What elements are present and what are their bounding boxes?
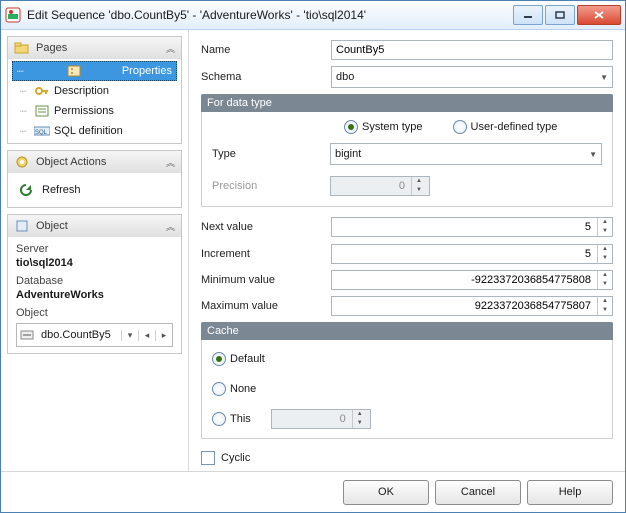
properties-icon — [66, 64, 82, 78]
schema-select[interactable]: dbo▼ — [331, 66, 613, 88]
increment-label: Increment — [201, 248, 331, 260]
next-value-label: Next value — [201, 221, 331, 233]
close-button[interactable] — [577, 5, 621, 25]
ok-button[interactable]: OK — [343, 480, 429, 505]
gear-icon — [14, 154, 30, 170]
titlebar: Edit Sequence 'dbo.CountBy5' - 'Adventur… — [1, 1, 625, 30]
user-type-radio[interactable]: User-defined type — [453, 120, 558, 134]
folder-icon — [14, 40, 30, 56]
precision-stepper: ▲▼ — [330, 176, 430, 196]
sequence-icon — [17, 329, 37, 341]
cancel-button[interactable]: Cancel — [435, 480, 521, 505]
dialog-footer: OK Cancel Help — [1, 471, 625, 512]
object-panel: Object ︽ Server tio\sql2014 Database Adv… — [7, 214, 182, 354]
cache-none-radio[interactable]: None — [212, 382, 256, 396]
refresh-icon — [18, 182, 34, 198]
chevron-down-icon: ▼ — [589, 150, 597, 159]
page-sql-definition[interactable]: ┈ SQL SQL definition — [12, 121, 177, 141]
datatype-header: For data type — [201, 94, 613, 112]
page-description[interactable]: ┈ Description — [12, 81, 177, 101]
cache-default-radio[interactable]: Default — [212, 352, 265, 366]
object-label: Object — [16, 307, 173, 319]
window-title: Edit Sequence 'dbo.CountBy5' - 'Adventur… — [27, 8, 513, 22]
database-value: AdventureWorks — [16, 289, 173, 301]
cyclic-checkbox[interactable]: Cyclic — [201, 452, 250, 464]
page-properties[interactable]: ┈ Properties — [12, 61, 177, 81]
object-actions-header[interactable]: Object Actions ︽ — [8, 151, 181, 173]
help-button[interactable]: Help — [527, 480, 613, 505]
precision-label: Precision — [212, 180, 330, 192]
key-icon — [34, 84, 50, 98]
max-value-label: Maximum value — [201, 300, 331, 312]
pages-panel: Pages ︽ ┈ Properties ┈ Description — [7, 36, 182, 144]
min-value-stepper[interactable]: ▲▼ — [331, 270, 613, 290]
name-input[interactable] — [331, 40, 613, 60]
maximize-button[interactable] — [545, 5, 575, 25]
database-label: Database — [16, 275, 173, 287]
svg-text:SQL: SQL — [35, 130, 48, 136]
object-selector[interactable]: dbo.CountBy5 ▾ ◂ ▸ — [16, 323, 173, 347]
name-label: Name — [201, 44, 331, 56]
type-label: Type — [212, 148, 330, 160]
dropdown-icon[interactable]: ▾ — [121, 330, 138, 341]
server-value: tio\sql2014 — [16, 257, 173, 269]
min-value-label: Minimum value — [201, 274, 331, 286]
system-type-radio[interactable]: System type — [344, 120, 423, 134]
next-value-stepper[interactable]: ▲▼ — [331, 217, 613, 237]
chevron-up-icon: ︽ — [166, 156, 175, 169]
minimize-button[interactable] — [513, 5, 543, 25]
permissions-icon — [34, 104, 50, 118]
nav-left-icon[interactable]: ◂ — [138, 330, 155, 341]
object-icon — [14, 218, 30, 234]
chevron-up-icon: ︽ — [166, 42, 175, 55]
schema-label: Schema — [201, 71, 331, 83]
chevron-up-icon: ︽ — [166, 220, 175, 233]
cache-this-stepper: ▲▼ — [271, 409, 371, 429]
cache-this-radio[interactable]: This — [212, 412, 251, 426]
app-icon — [5, 7, 21, 23]
chevron-down-icon: ▼ — [600, 73, 608, 82]
increment-stepper[interactable]: ▲▼ — [331, 244, 613, 264]
pages-header[interactable]: Pages ︽ — [8, 37, 181, 59]
type-select[interactable]: bigint▼ — [330, 143, 602, 165]
page-permissions[interactable]: ┈ Permissions — [12, 101, 177, 121]
object-header[interactable]: Object ︽ — [8, 215, 181, 237]
cache-header: Cache — [201, 322, 613, 340]
object-actions-panel: Object Actions ︽ Refresh — [7, 150, 182, 208]
refresh-action[interactable]: Refresh — [10, 177, 179, 203]
nav-right-icon[interactable]: ▸ — [155, 330, 172, 341]
max-value-stepper[interactable]: ▲▼ — [331, 296, 613, 316]
server-label: Server — [16, 243, 173, 255]
sql-icon: SQL — [34, 124, 50, 138]
